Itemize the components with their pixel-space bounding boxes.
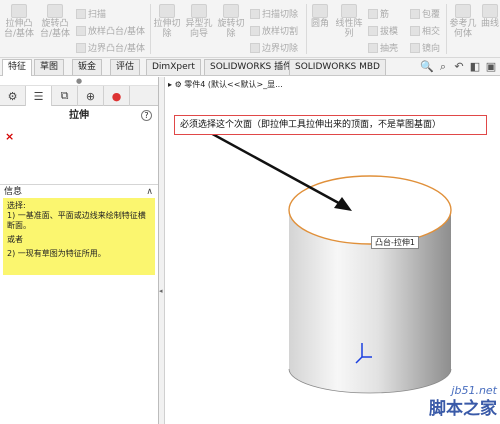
- revolve-cut-button[interactable]: 旋转切 除: [216, 4, 246, 39]
- property-manager-panel: ● ⚙ ☰ ⧉ ⊕ ● 拉伸 ? × 信息 ∧ 选择: 1) 一基准面、平面或边…: [0, 77, 159, 424]
- panel-grip[interactable]: ●: [0, 77, 158, 86]
- shell-button[interactable]: 抽壳: [368, 42, 398, 56]
- section-view-icon[interactable]: ◧: [468, 60, 482, 74]
- hole-wizard-icon: [191, 4, 207, 18]
- info-line: 选择:: [7, 201, 26, 210]
- draft-button[interactable]: 拔模: [368, 25, 398, 39]
- revolve-boss-button[interactable]: 旋转凸 台/基体: [38, 4, 72, 39]
- ribbon-divider: [306, 4, 307, 54]
- boundary-boss-button[interactable]: 边界凸台/基体: [76, 42, 145, 56]
- tab-solidworks-mbd[interactable]: SOLIDWORKS MBD: [289, 59, 386, 75]
- loft-icon: [76, 26, 86, 36]
- swept-cut-icon: [250, 9, 260, 19]
- watermark: jb51.net 脚本之家: [367, 384, 500, 424]
- intersect-button[interactable]: 相交: [410, 25, 440, 39]
- extrude-boss-button[interactable]: 拉伸凸 台/基体: [2, 4, 36, 39]
- reference-geometry-icon: [455, 4, 471, 18]
- dimxpert-manager-tab[interactable]: ⊕: [78, 86, 104, 106]
- tab-sketch[interactable]: 草图: [34, 59, 65, 75]
- info-section-header[interactable]: 信息 ∧: [0, 184, 158, 198]
- panel-splitter[interactable]: ◂: [159, 77, 165, 424]
- linear-pattern-button[interactable]: 线性阵 列: [334, 4, 364, 39]
- command-manager-ribbon: 拉伸凸 台/基体 旋转凸 台/基体 扫描 放样凸台/基体 边界凸台/基体 拉伸切…: [0, 0, 500, 58]
- info-message-box: 选择: 1) 一基准面、平面或边线来绘制特征横断面。 或者 2) 一现有草图为特…: [3, 198, 155, 275]
- info-line: 2) 一现有草图为特征所用。: [7, 249, 106, 258]
- rib-button[interactable]: 筋: [368, 8, 389, 22]
- info-line: 1) 一基准面、平面或边线来绘制特征横断面。: [7, 211, 146, 230]
- revolve-cut-icon: [223, 4, 239, 18]
- boundary-icon: [76, 43, 86, 53]
- sweep-icon: [76, 9, 86, 19]
- fillet-button[interactable]: 圆角: [308, 4, 332, 29]
- lofted-cut-icon: [250, 26, 260, 36]
- manager-tabs: ⚙ ☰ ⧉ ⊕ ●: [0, 86, 158, 106]
- previous-view-icon[interactable]: ↶: [452, 60, 466, 74]
- tab-evaluate[interactable]: 评估: [110, 59, 141, 75]
- loft-boss-button[interactable]: 放样凸台/基体: [76, 25, 145, 39]
- instruction-annotation: 必须选择这个次面（即拉伸工具拉伸出来的顶面，不是草图基面）: [174, 115, 487, 135]
- intersect-icon: [410, 26, 420, 36]
- hole-wizard-button[interactable]: 异型孔 向导: [184, 4, 214, 39]
- configuration-manager-tab[interactable]: ⧉: [52, 86, 78, 106]
- view-orientation-icon[interactable]: ▣: [484, 60, 498, 74]
- feature-tree-icon: ⚙: [7, 89, 18, 103]
- revolve-boss-icon: [47, 4, 63, 18]
- annotation-arrow-line: [195, 123, 347, 209]
- extrude-cut-button[interactable]: 拉伸切 除: [152, 4, 182, 39]
- fillet-icon: [312, 4, 328, 18]
- ribbon-divider: [446, 4, 447, 54]
- extrude-cut-icon: [159, 4, 175, 18]
- wrap-button[interactable]: 包覆: [410, 8, 440, 22]
- watermark-brand: 脚本之家: [429, 399, 497, 419]
- help-icon[interactable]: ?: [141, 110, 152, 121]
- feature-manager-tab[interactable]: ⚙: [0, 86, 26, 106]
- linear-pattern-icon: [341, 4, 357, 18]
- tab-solidworks-addins[interactable]: SOLIDWORKS 插件: [204, 59, 299, 75]
- graphics-area[interactable]: ▸ ⚙ 零件4 (默认<<默认>_显... 必须选择这个次面（即拉伸工具拉伸出来…: [166, 77, 500, 424]
- curves-icon: [482, 4, 498, 18]
- watermark-url: jb51.net: [451, 384, 497, 397]
- swept-cut-button[interactable]: 扫描切除: [250, 8, 298, 22]
- cylinder-top-face[interactable]: [288, 175, 452, 245]
- lofted-cut-button[interactable]: 放样切割: [250, 25, 298, 39]
- rib-icon: [368, 9, 378, 19]
- collapse-arrow-icon[interactable]: ◂: [159, 287, 163, 295]
- property-manager-tab[interactable]: ☰: [26, 86, 52, 106]
- sweep-button[interactable]: 扫描: [76, 8, 106, 22]
- color-wheel-icon: ●: [111, 89, 122, 103]
- tab-dimxpert[interactable]: DimXpert: [146, 59, 201, 75]
- panel-title: 拉伸 ?: [0, 108, 158, 124]
- wrap-icon: [410, 9, 420, 19]
- feature-tooltip: 凸台-拉伸1: [371, 236, 419, 249]
- info-line: 或者: [7, 235, 23, 244]
- shell-icon: [368, 43, 378, 53]
- ribbon-divider: [150, 4, 151, 54]
- chevron-up-icon: ∧: [146, 187, 153, 197]
- zoom-icon[interactable]: 🔍: [420, 60, 434, 74]
- view-toolbar: 🔍 ⌕ ↶ ◧ ▣: [418, 60, 498, 74]
- display-manager-tab[interactable]: ●: [104, 86, 130, 106]
- tab-features[interactable]: 特征: [2, 59, 33, 76]
- extrude-boss-icon: [11, 4, 27, 18]
- command-manager-tabs: 特征 草图 钣金 评估 DimXpert SOLIDWORKS 插件 SOLID…: [0, 58, 500, 76]
- info-section-label: 信息: [4, 187, 23, 197]
- draft-icon: [368, 26, 378, 36]
- cancel-icon[interactable]: ×: [5, 130, 158, 144]
- reference-geometry-button[interactable]: 参考几 何体: [448, 4, 478, 39]
- configuration-icon: ⧉: [60, 89, 69, 102]
- crosshair-icon: ⊕: [85, 89, 96, 103]
- mirror-button[interactable]: 镜向: [410, 42, 440, 56]
- panel-title-text: 拉伸: [69, 110, 89, 121]
- boundary-cut-button[interactable]: 边界切除: [250, 42, 298, 56]
- boundary-cut-icon: [250, 43, 260, 53]
- mirror-icon: [410, 43, 420, 53]
- property-list-icon: ☰: [33, 89, 44, 103]
- curves-button[interactable]: 曲线: [480, 4, 500, 29]
- zoom-area-icon[interactable]: ⌕: [436, 60, 450, 74]
- tab-sheet-metal[interactable]: 钣金: [72, 59, 103, 75]
